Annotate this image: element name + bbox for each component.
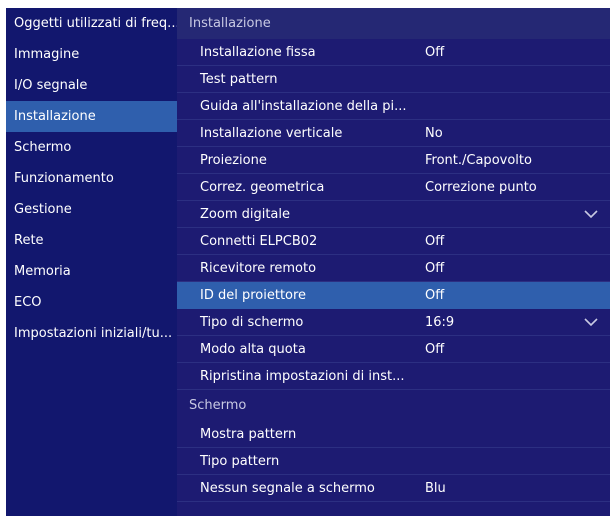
sidebar-item-impostazioni-iniziali-tu[interactable]: Impostazioni iniziali/tu... <box>6 318 177 349</box>
sidebar-item-eco[interactable]: ECO <box>6 287 177 318</box>
menu-row-label: Test pattern <box>200 71 278 87</box>
menu-row-label: Installazione fissa <box>200 44 316 60</box>
sidebar-item-gestione[interactable]: Gestione <box>6 194 177 225</box>
menu-row-value: No <box>425 125 443 141</box>
section-header-schermo: Schermo <box>189 398 247 413</box>
chevron-down-icon[interactable] <box>584 316 598 328</box>
menu-row-mostra-pattern[interactable]: Mostra pattern <box>177 421 610 448</box>
menu-row-value: Front./Capovolto <box>425 152 532 168</box>
menu-row-label: Tipo pattern <box>200 453 280 469</box>
sidebar-item-installazione[interactable]: Installazione <box>6 101 177 132</box>
menu-row-label: Proiezione <box>200 152 267 168</box>
menu-row-label: Nessun segnale a schermo <box>200 480 375 496</box>
menu-row-installazione-fissa[interactable]: Installazione fissa Off <box>177 39 610 66</box>
menu-row-label: Connetti ELPCB02 <box>200 233 318 249</box>
projector-menu: Oggetti utilizzati di freq... Immagine I/O… <box>6 8 610 516</box>
menu-row-correz-geometrica[interactable]: Correz. geometrica Correzione punto <box>177 174 610 201</box>
menu-row-label: Tipo di schermo <box>200 314 304 330</box>
menu-row-id-del-proiettore[interactable]: ID del proiettore Off <box>177 282 610 309</box>
menu-row-value: Off <box>425 287 445 303</box>
sidebar-item-rete[interactable]: Rete <box>6 225 177 256</box>
menu-row-value: Off <box>425 44 445 60</box>
menu-row-zoom-digitale[interactable]: Zoom digitale <box>177 201 610 228</box>
menu-row-value: 16:9 <box>425 314 455 330</box>
sidebar-item-i-o-segnale[interactable]: I/O segnale <box>6 70 177 101</box>
menu-row-label: Ripristina impostazioni di inst... <box>200 368 405 384</box>
menu-row-label: Correz. geometrica <box>200 179 325 195</box>
menu-row-guida-all-installazione-della-pi[interactable]: Guida all'installazione della pi... <box>177 93 610 120</box>
menu-row-modo-alta-quota[interactable]: Modo alta quota Off <box>177 336 610 363</box>
sidebar-item-oggetti-utilizzati-di-freq[interactable]: Oggetti utilizzati di freq... <box>6 8 177 39</box>
chevron-down-icon[interactable] <box>584 208 598 220</box>
menu-row-value: Off <box>425 341 445 357</box>
sidebar-item-schermo[interactable]: Schermo <box>6 132 177 163</box>
menu-row-label: Guida all'installazione della pi... <box>200 98 407 114</box>
menu-row-ripristina-impostazioni-di-inst[interactable]: Ripristina impostazioni di inst... <box>177 363 610 390</box>
menu-row-label: Mostra pattern <box>200 426 297 442</box>
menu-row-label: Installazione verticale <box>200 125 343 141</box>
sidebar: Oggetti utilizzati di freq... Immagine I/O… <box>6 8 177 516</box>
menu-row-test-pattern[interactable]: Test pattern <box>177 66 610 93</box>
menu-row-value: Correzione punto <box>425 179 537 195</box>
main-panel: Installazione Installazione fissa Off Test … <box>177 8 610 516</box>
menu-row-connetti-elpcb02[interactable]: Connetti ELPCB02 Off <box>177 228 610 255</box>
sidebar-item-funzionamento[interactable]: Funzionamento <box>6 163 177 194</box>
menu-row-value: Off <box>425 260 445 276</box>
menu-row-label: Ricevitore remoto <box>200 260 317 276</box>
menu-row-tipo-di-schermo[interactable]: Tipo di schermo 16:9 <box>177 309 610 336</box>
menu-row-ricevitore-remoto[interactable]: Ricevitore remoto Off <box>177 255 610 282</box>
menu-row-label: ID del proiettore <box>200 287 307 303</box>
menu-row-installazione-verticale[interactable]: Installazione verticale No <box>177 120 610 147</box>
menu-row-value: Off <box>425 233 445 249</box>
menu-row-proiezione[interactable]: Proiezione Front./Capovolto <box>177 147 610 174</box>
menu-row-value: Blu <box>425 480 446 496</box>
menu-row-label: Zoom digitale <box>200 206 291 222</box>
sidebar-item-immagine[interactable]: Immagine <box>6 39 177 70</box>
section-header-installazione: Installazione <box>177 8 610 39</box>
sidebar-item-memoria[interactable]: Memoria <box>6 256 177 287</box>
menu-row-nessun-segnale-a-schermo[interactable]: Nessun segnale a schermo Blu <box>177 475 610 502</box>
menu-row-label: Modo alta quota <box>200 341 306 357</box>
menu-row-tipo-pattern[interactable]: Tipo pattern <box>177 448 610 475</box>
